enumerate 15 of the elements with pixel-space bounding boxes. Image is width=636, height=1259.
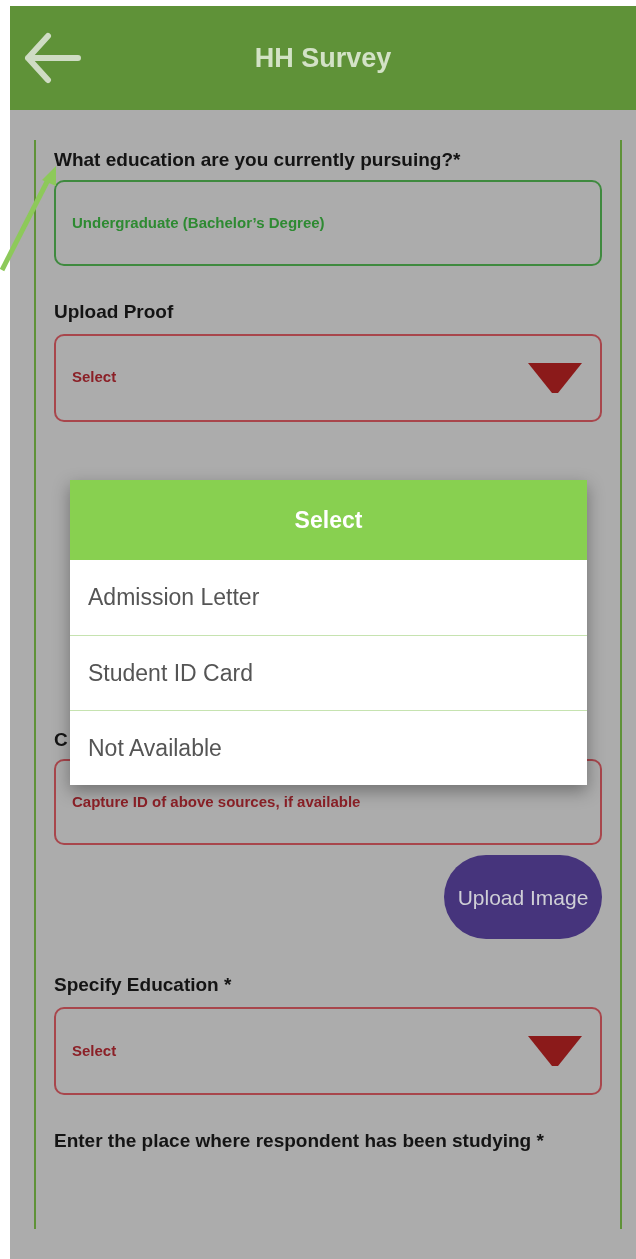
question-label: Specify Education * [54,973,233,997]
question-label: Enter the place where respondent has been studying * [54,1130,544,1151]
select-field[interactable]: Select [54,1007,602,1095]
dialog-title: Select [294,505,363,535]
dialog-option[interactable]: Admission Letter [70,560,587,635]
question-label: C [54,727,68,752]
upload-image-button[interactable]: Upload Image [444,855,602,940]
caret-icon [526,1034,584,1068]
question-label: What education are you currently pursuing?* [54,148,462,172]
question-label: Upload Proof [54,299,175,324]
select-field[interactable]: Select [54,333,602,422]
caret-icon [526,360,584,395]
dialog-option[interactable]: Not Available [70,710,587,785]
dialog-option[interactable]: Student ID Card [70,635,587,710]
header-title: HH Survey [254,41,392,75]
